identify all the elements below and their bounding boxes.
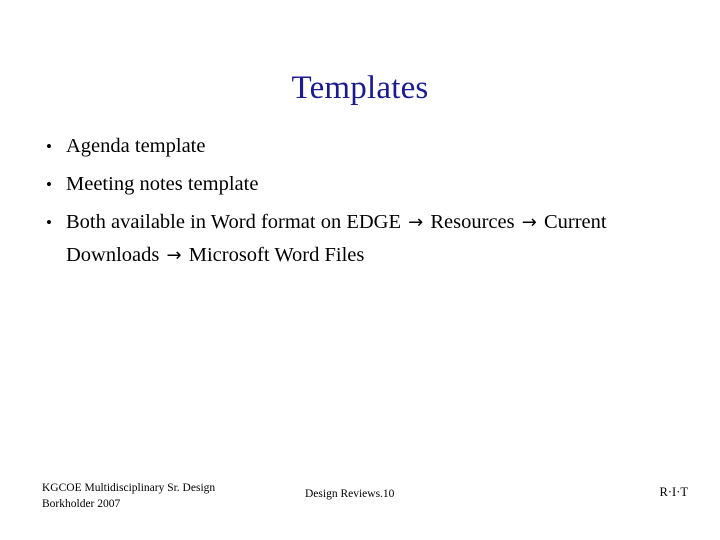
list-item-segment: Both available in Word format on EDGE [66,211,407,233]
list-item-text: Both available in Word format on EDGE → … [66,206,684,272]
bullet-marker-icon: • [46,213,52,232]
right-arrow-icon: → [408,212,424,233]
title-area: Templates [0,46,720,130]
list-item-segment: Agenda template [66,135,206,157]
page-title: Templates [291,70,429,107]
list-item: • Both available in Word format on EDGE … [36,206,684,272]
right-arrow-icon: → [521,212,537,233]
list-item-segment: Microsoft Word Files [183,244,365,266]
bullet-list: • Agenda template • Meeting notes templa… [36,130,684,272]
slide-canvas: Templates • Agenda template • Meeting no… [0,0,720,540]
list-item-segment: Resources [425,211,520,233]
bullet-marker-icon: • [46,137,52,156]
rit-logo: R·I·T [659,485,688,499]
list-item: • Meeting notes template [36,168,684,201]
list-item-text: Agenda template [66,130,684,163]
list-item: • Agenda template [36,130,684,163]
bullet-marker-icon: • [46,175,52,194]
list-item-segment: Meeting notes template [66,173,259,195]
right-arrow-icon: → [166,245,182,266]
list-item-text: Meeting notes template [66,168,684,201]
slide-footer: KGCOE Multidisciplinary Sr. Design Borkh… [0,480,720,540]
slide-body: • Agenda template • Meeting notes templa… [36,130,684,277]
